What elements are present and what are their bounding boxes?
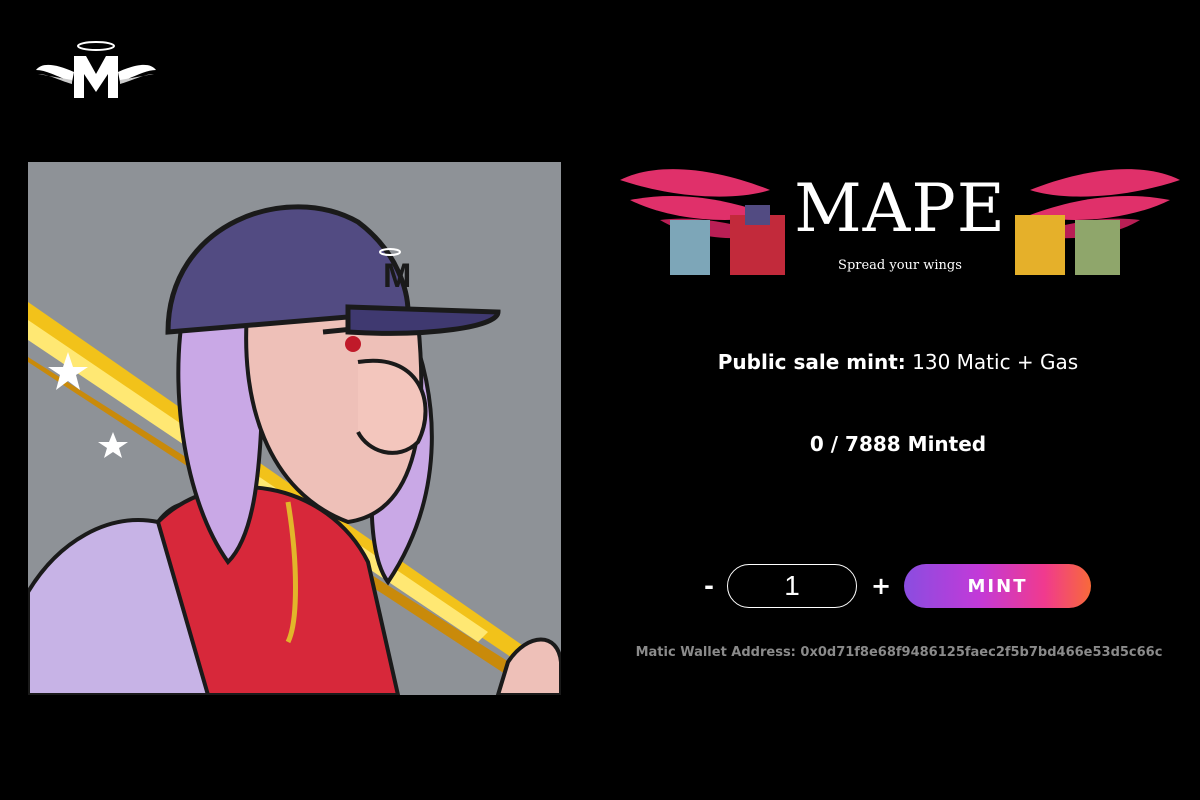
minted-count: 0 / 7888 Minted bbox=[809, 432, 987, 456]
collection-title: MAPE bbox=[794, 170, 1006, 247]
site-logo[interactable] bbox=[36, 36, 156, 100]
ape-illustration: M bbox=[28, 204, 561, 695]
sale-price: Public sale mint: 130 Matic + Gas bbox=[598, 350, 1198, 374]
collection-tagline: Spread your wings bbox=[838, 258, 962, 273]
sale-price-value: 130 Matic + Gas bbox=[912, 350, 1079, 374]
mint-button[interactable]: MINT bbox=[904, 564, 1091, 608]
collection-banner: MAPE Spread your wings bbox=[620, 160, 1180, 280]
nft-artwork: M bbox=[28, 162, 561, 695]
quantity-input[interactable] bbox=[727, 564, 857, 608]
svg-text:M: M bbox=[383, 257, 411, 295]
decrement-button[interactable]: - bbox=[704, 572, 714, 600]
wallet-address: Matic Wallet Address: 0x0d71f8e68f948612… bbox=[635, 645, 1163, 660]
winged-m-logo-icon bbox=[36, 41, 156, 98]
mint-controls: - + MINT bbox=[700, 564, 1100, 608]
increment-button[interactable]: + bbox=[871, 572, 891, 600]
sale-price-label: Public sale mint: bbox=[717, 350, 906, 374]
